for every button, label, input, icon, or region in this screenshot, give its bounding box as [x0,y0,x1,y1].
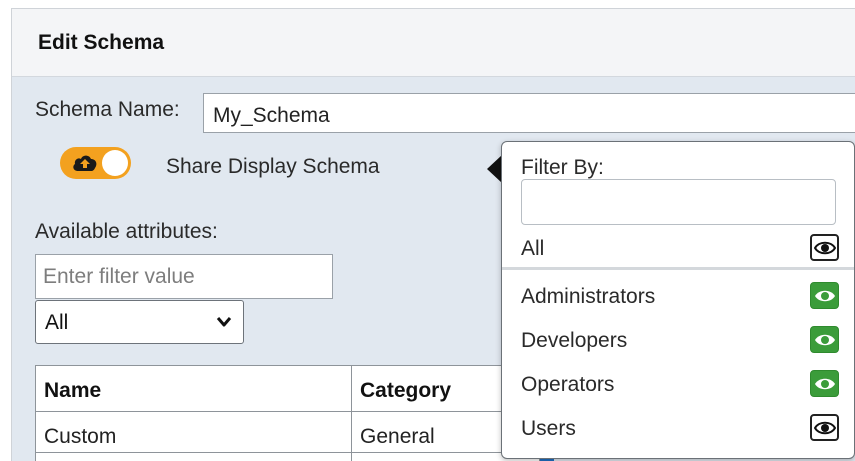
group-row-all[interactable]: All [521,234,839,264]
dialog-header: Edit Schema [12,9,855,77]
category-select-value: All [45,311,69,334]
column-header-name[interactable]: Name [44,379,101,403]
available-attributes-label: Available attributes: [35,220,218,243]
table-cell-category[interactable]: General [360,425,435,449]
table-cell-name[interactable]: Custom [44,425,116,449]
share-popover: Filter By: All Administrators Developers… [501,141,855,459]
group-label: Users [521,417,576,440]
group-row-administrators[interactable]: Administrators [521,282,839,312]
schema-name-input[interactable] [203,93,855,133]
chevron-down-icon [216,317,232,327]
group-label: Administrators [521,285,656,308]
popover-arrow [487,155,502,183]
category-select[interactable]: All [35,300,244,344]
share-display-schema-toggle[interactable] [60,147,131,179]
group-label: Developers [521,329,628,352]
filter-by-label: Filter By: [521,156,604,179]
column-header-category[interactable]: Category [360,379,451,403]
share-display-schema-label: Share Display Schema [166,155,380,178]
group-label-all: All [521,237,545,260]
toggle-knob [102,150,128,176]
eye-icon[interactable] [810,234,839,261]
eye-icon[interactable] [810,282,839,309]
dialog-title: Edit Schema [38,31,165,54]
group-row-operators[interactable]: Operators [521,370,839,400]
header-divider [36,411,541,412]
row-divider [36,452,541,453]
eye-icon[interactable] [810,326,839,353]
attribute-filter-input[interactable] [35,254,333,299]
attributes-table: Name Category Custom General [35,365,541,461]
popover-divider [502,267,854,270]
group-filter-input[interactable] [521,179,836,225]
schema-name-label: Schema Name: [35,98,180,121]
group-row-users[interactable]: Users [521,414,839,444]
group-label: Operators [521,373,615,396]
eye-icon[interactable] [810,370,839,397]
eye-icon[interactable] [810,414,839,441]
group-row-developers[interactable]: Developers [521,326,839,356]
column-divider [351,366,352,461]
cloud-upload-icon [73,155,97,171]
